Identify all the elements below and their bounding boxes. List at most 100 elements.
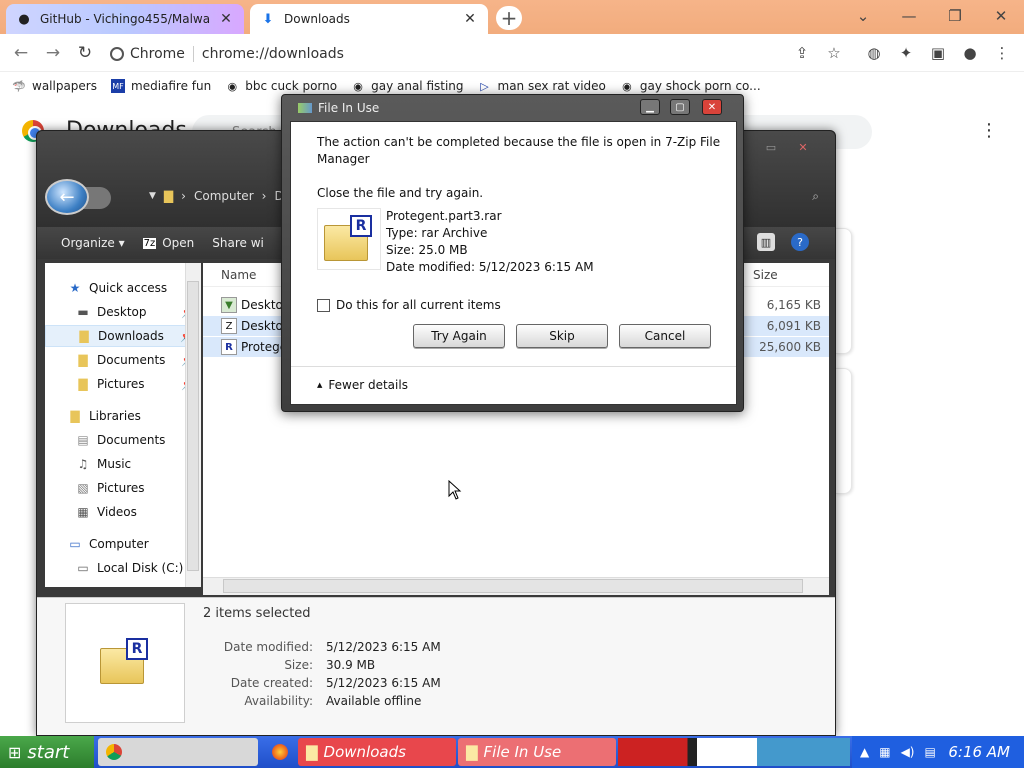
close-icon[interactable]: ✕ [218, 11, 234, 27]
minimize-button[interactable]: — [886, 4, 932, 28]
mouse-cursor-icon [448, 480, 462, 500]
view-icon[interactable]: ▥ [757, 233, 775, 251]
taskbar-firefox[interactable] [264, 738, 296, 766]
executable-icon: ▼ [221, 297, 237, 313]
checkbox-box[interactable] [317, 298, 330, 312]
horizontal-scroll-thumb[interactable] [223, 579, 803, 593]
menu-icon[interactable]: ⋮ [990, 40, 1014, 66]
network-icon[interactable]: ▦ [879, 745, 890, 759]
reload-button[interactable]: ↻ [72, 40, 98, 66]
more-options-icon[interactable]: ⋮ [980, 120, 998, 141]
desktop-icon: ▬ [77, 305, 89, 319]
checkbox-label: Do this for all current items [336, 298, 501, 312]
nav-label: Computer [89, 537, 149, 551]
nav-computer[interactable]: ▭ Computer [45, 533, 200, 555]
nav-lib-pictures[interactable]: ▧ Pictures [45, 477, 200, 499]
puzzle-icon[interactable]: ✦ [894, 40, 918, 66]
nav-music[interactable]: ♫ Music [45, 453, 200, 475]
minimize-button[interactable]: ▁ [640, 99, 660, 115]
nav-desktop[interactable]: ▬Desktop📌 [45, 301, 200, 323]
nav-scroll-thumb[interactable] [187, 281, 199, 571]
taskbar-label: File In Use [483, 743, 562, 761]
file-name: Protegent.part3.rar [386, 209, 502, 223]
nav-label: Documents [97, 433, 166, 447]
back-button[interactable]: ← [8, 40, 34, 66]
star-icon[interactable]: ☆ [822, 40, 846, 66]
keyboard-icon[interactable]: ▤ [925, 745, 936, 759]
close-icon[interactable]: ✕ [462, 11, 478, 27]
dialog-title: File In Use [318, 101, 380, 115]
nav-lib-documents[interactable]: ▤ Documents [45, 429, 200, 451]
site-chip[interactable]: Chrome [110, 46, 194, 62]
tab-label: GitHub - Vichingo455/Malwa [40, 12, 211, 26]
cancel-button[interactable]: Cancel [619, 324, 711, 348]
tab-github[interactable]: ● GitHub - Vichingo455/Malwa ✕ [6, 4, 244, 34]
taskbar-file-in-use[interactable]: ▇ File In Use [458, 738, 616, 766]
bookmark-item[interactable]: ◉ bbc cuck porno [225, 79, 337, 93]
maximize-button[interactable]: ▢ [670, 99, 690, 115]
nav-videos[interactable]: ▦ Videos [45, 501, 200, 523]
nav-pictures[interactable]: ▇Pictures📌 [45, 373, 200, 395]
back-button[interactable]: ← [45, 179, 89, 215]
bookmark-item[interactable]: ▷ man sex rat video [478, 79, 606, 93]
7zip-archive-icon: Z [221, 318, 237, 334]
bookmark-item[interactable]: ◉ gay anal fisting [351, 79, 463, 93]
bookmark-label: bbc cuck porno [245, 79, 338, 93]
close-button[interactable]: ✕ [702, 99, 722, 115]
chevron-up-icon[interactable]: ▲ [860, 745, 869, 759]
close-window-button[interactable]: ✕ [978, 4, 1024, 28]
help-icon[interactable]: ? [791, 233, 809, 251]
skip-button[interactable]: Skip [516, 324, 608, 348]
nav-local-disk[interactable]: ▭ Local Disk (C:) [45, 557, 200, 579]
system-tray: ▲ ▦ ◀) ▤ 6:16 AM [852, 736, 1024, 768]
address-bar[interactable]: Chrome chrome://downloads [110, 40, 854, 68]
app-icon [298, 103, 312, 113]
nav-documents[interactable]: ▇Documents📌 [45, 349, 200, 371]
chevron-down-icon[interactable]: ⌄ [840, 4, 886, 28]
new-tab-button[interactable]: + [496, 6, 522, 30]
taskbar-downloads[interactable]: ▇ Downloads [298, 738, 456, 766]
nav-libraries[interactable]: ▇ Libraries [45, 405, 200, 427]
start-button[interactable]: ⊞ start [0, 736, 94, 768]
bookmark-item[interactable]: MF mediafire fun [111, 79, 211, 93]
globe-icon: ◉ [622, 79, 632, 93]
column-name[interactable]: Name [221, 268, 256, 282]
breadcrumb-computer[interactable]: Computer [194, 189, 254, 203]
clock[interactable]: 6:16 AM [948, 743, 1010, 761]
column-size[interactable]: Size [753, 268, 778, 282]
share-button[interactable]: Share wi [212, 236, 264, 250]
restore-button[interactable]: ❐ [932, 4, 978, 28]
do-for-all-checkbox[interactable]: Do this for all current items [317, 298, 501, 312]
extension-flag-icon[interactable]: ◍ [862, 40, 886, 66]
nav-downloads[interactable]: ▇Downloads📌 [45, 325, 200, 347]
chevron-right-icon: › [181, 189, 186, 203]
size-label: Size: [284, 658, 313, 672]
pictures-icon: ▧ [77, 481, 89, 495]
github-icon: ● [18, 11, 30, 27]
profile-icon[interactable]: ● [958, 40, 982, 66]
fewer-details-toggle[interactable]: ▲ Fewer details [317, 378, 408, 392]
date-created-value: 5/12/2023 6:15 AM [326, 676, 441, 690]
share-icon[interactable]: ⇪ [790, 40, 814, 66]
search-icon[interactable]: ⌕ [812, 189, 819, 204]
try-again-button[interactable]: Try Again [413, 324, 505, 348]
date-modified-label: Date modified: [223, 640, 313, 654]
bookmark-item[interactable]: 🦈 wallpapers [12, 79, 97, 93]
folder-icon: ▇ [163, 189, 174, 203]
organize-button[interactable]: Organize ▾ [61, 236, 125, 250]
taskbar-label: Downloads [323, 743, 406, 761]
navigation-pane: ★Quick access ▬Desktop📌 ▇Downloads📌 ▇Doc… [45, 263, 201, 587]
close-button[interactable]: ✕ [791, 139, 815, 155]
forward-button[interactable]: → [40, 40, 66, 66]
music-icon: ♫ [77, 457, 89, 471]
bookmark-item[interactable]: ◉ gay shock porn co... [620, 79, 761, 93]
tab-downloads[interactable]: ⬇ Downloads ✕ [250, 4, 488, 34]
speaker-icon[interactable]: ◀) [901, 745, 915, 759]
side-panel-icon[interactable]: ▣ [926, 40, 950, 66]
taskbar-chrome[interactable] [98, 738, 258, 766]
open-button[interactable]: 7z Open [142, 236, 194, 250]
minimize-button[interactable]: ▭ [759, 139, 783, 155]
nav-quick-access[interactable]: ★ Quick access [45, 277, 200, 299]
chevron-down-icon[interactable]: ▼ [149, 191, 156, 201]
7zip-icon: 7z [142, 237, 157, 249]
